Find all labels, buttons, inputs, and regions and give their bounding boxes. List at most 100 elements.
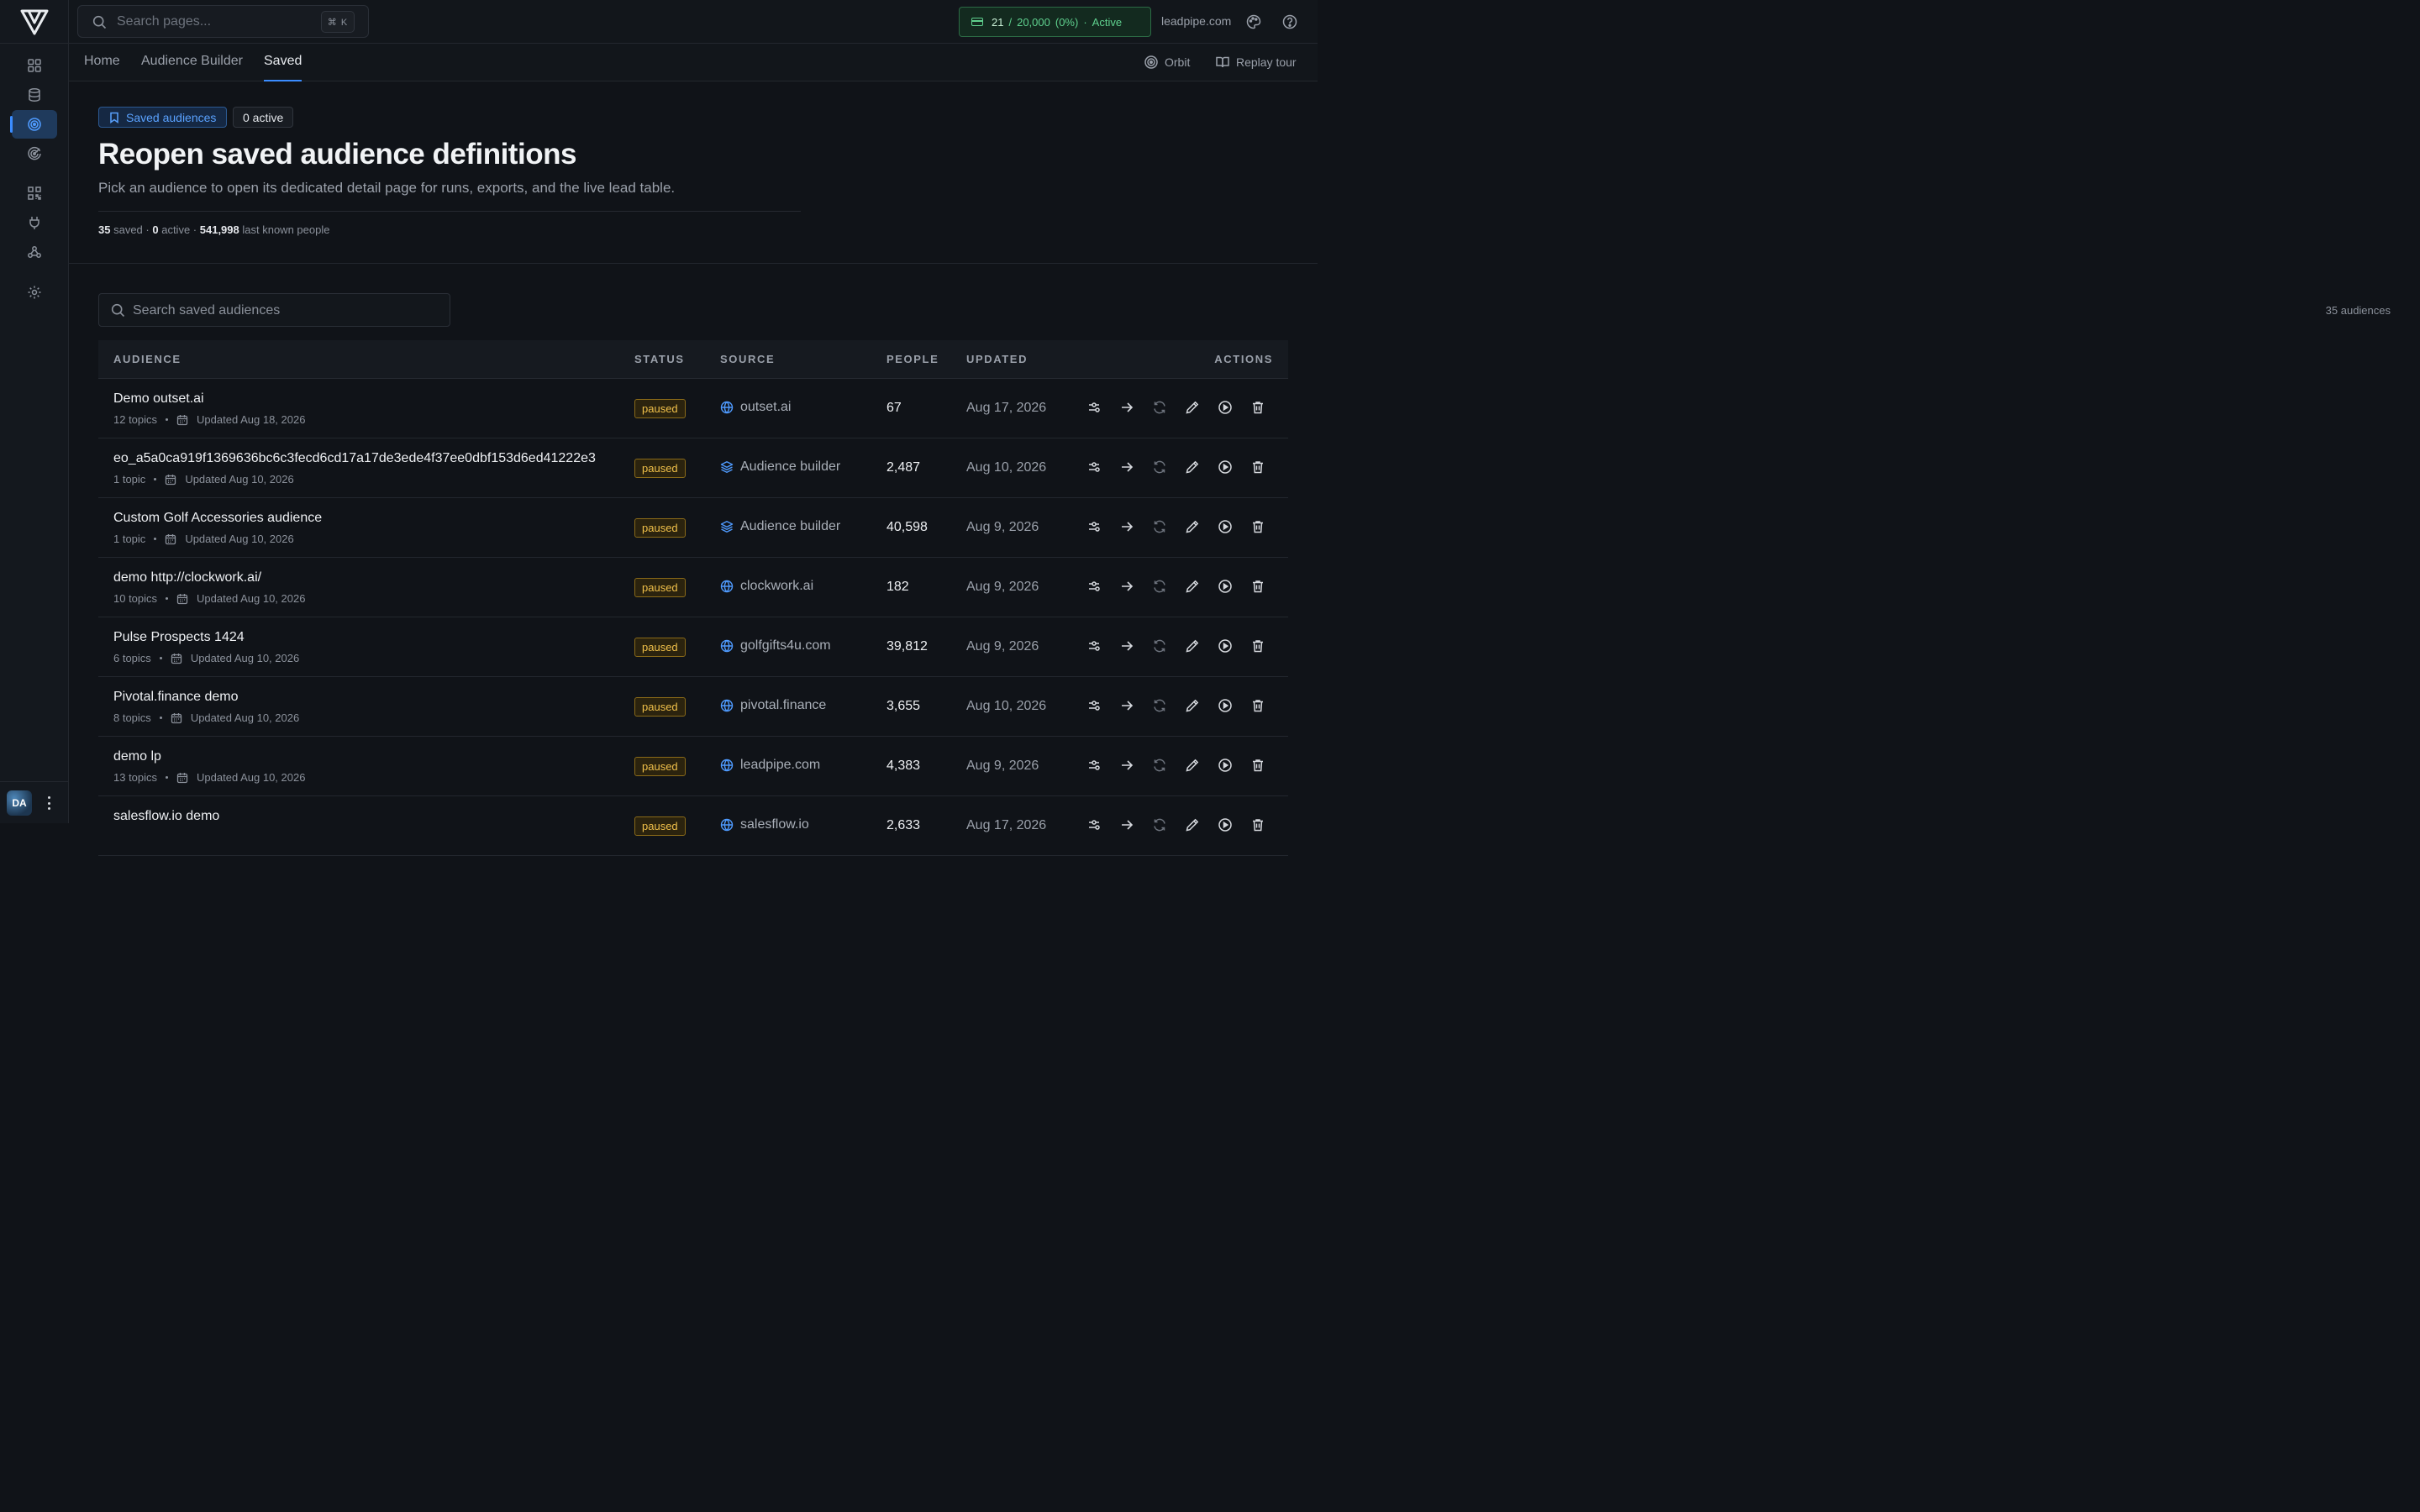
row-updated-meta: Updated Aug 10, 2026 (185, 533, 294, 545)
arrow-right-button[interactable] (1118, 697, 1135, 714)
tab-home[interactable]: Home (84, 54, 120, 69)
pencil-button[interactable] (1184, 518, 1201, 535)
audience-name[interactable]: Pulse Prospects 1424 (113, 630, 245, 645)
pencil-button[interactable] (1184, 399, 1201, 416)
help-icon[interactable] (1281, 13, 1298, 30)
refresh-button[interactable] (1151, 459, 1168, 475)
trash-button[interactable] (1249, 638, 1266, 654)
play-circle-button[interactable] (1217, 518, 1234, 535)
refresh-icon (1152, 579, 1167, 594)
orbit-link[interactable]: Orbit (1144, 55, 1190, 70)
avatar[interactable]: DA (7, 790, 32, 816)
pencil-button[interactable] (1184, 697, 1201, 714)
refresh-button[interactable] (1151, 638, 1168, 654)
sidebar-item-dashboard[interactable] (12, 51, 57, 80)
trash-button[interactable] (1249, 518, 1266, 535)
source-label: Audience builder (740, 459, 841, 474)
play-circle-button[interactable] (1217, 697, 1234, 714)
calendar-icon (171, 712, 182, 724)
refresh-button[interactable] (1151, 757, 1168, 774)
trash-button[interactable] (1249, 459, 1266, 475)
audience-name[interactable]: eo_a5a0ca919f1369636bc6c3fecd6cd17a17de3… (113, 451, 596, 466)
sidebar-item-scan[interactable] (12, 179, 57, 207)
table-row[interactable]: Pivotal.finance demo 8 topics Updated Au… (98, 677, 1288, 737)
refresh-button[interactable] (1151, 697, 1168, 714)
refresh-button[interactable] (1151, 518, 1168, 535)
play-circle-button[interactable] (1217, 757, 1234, 774)
table-row[interactable]: Pulse Prospects 1424 6 topics Updated Au… (98, 617, 1288, 677)
table-row[interactable]: demo http://clockwork.ai/ 10 topics Upda… (98, 558, 1288, 617)
sidebar-item-settings[interactable] (12, 278, 57, 307)
audience-search-input[interactable]: Search saved audiences (98, 293, 450, 327)
trash-button[interactable] (1249, 578, 1266, 595)
arrow-right-button[interactable] (1118, 518, 1135, 535)
arrow-right-button[interactable] (1118, 638, 1135, 654)
trash-button[interactable] (1249, 757, 1266, 774)
filters-button[interactable] (1086, 697, 1102, 714)
filters-button[interactable] (1086, 638, 1102, 654)
refresh-icon (1152, 519, 1167, 534)
play-circle-button[interactable] (1217, 578, 1234, 595)
arrow-right-button[interactable] (1118, 816, 1135, 833)
sidebar-item-integrations[interactable] (12, 208, 57, 237)
filters-button[interactable] (1086, 518, 1102, 535)
usage-badge[interactable]: 21 / 20,000 (0%) · Active (959, 7, 1151, 37)
arrow-right-button[interactable] (1118, 757, 1135, 774)
trash-button[interactable] (1249, 816, 1266, 833)
palette-icon[interactable] (1245, 13, 1262, 30)
audience-source: clockwork.ai (720, 579, 813, 594)
sidebar-item-audiences[interactable] (10, 110, 57, 139)
pencil-button[interactable] (1184, 578, 1201, 595)
filters-button[interactable] (1086, 459, 1102, 475)
table-row[interactable]: Custom Golf Accessories audience 1 topic… (98, 498, 1288, 558)
page-search[interactable]: Search pages... ⌘ K (77, 5, 369, 38)
sidebar-item-radar[interactable] (12, 139, 57, 168)
play-circle-button[interactable] (1217, 399, 1234, 416)
filters-button[interactable] (1086, 399, 1102, 416)
refresh-button[interactable] (1151, 816, 1168, 833)
people-count-label: last known people (242, 223, 330, 236)
more-vertical-icon[interactable] (44, 795, 54, 811)
table-row[interactable]: demo lp 13 topics Updated Aug 10, 2026 p… (98, 737, 1288, 796)
tab-saved[interactable]: Saved (264, 54, 302, 81)
pencil-button[interactable] (1184, 638, 1201, 654)
audience-name[interactable]: demo lp (113, 749, 161, 764)
play-circle-button[interactable] (1217, 816, 1234, 833)
orbit-icon (1144, 55, 1158, 69)
filters-button[interactable] (1086, 578, 1102, 595)
filters-button[interactable] (1086, 757, 1102, 774)
audience-name[interactable]: Custom Golf Accessories audience (113, 511, 322, 526)
tab-audience-builder[interactable]: Audience Builder (141, 54, 243, 69)
trash-button[interactable] (1249, 697, 1266, 714)
arrow-right-button[interactable] (1118, 459, 1135, 475)
sidebar-item-webhooks[interactable] (12, 238, 57, 266)
table-row[interactable]: eo_a5a0ca919f1369636bc6c3fecd6cd17a17de3… (98, 438, 1288, 498)
pencil-button[interactable] (1184, 459, 1201, 475)
play-circle-icon (1218, 758, 1233, 773)
leadpipe-logo[interactable] (20, 8, 49, 35)
workspace-domain[interactable]: leadpipe.com (1161, 14, 1231, 28)
arrow-right-button[interactable] (1118, 399, 1135, 416)
table-row[interactable]: salesflow.io demo paused salesflow.io 2,… (98, 796, 1288, 856)
arrow-right-button[interactable] (1118, 578, 1135, 595)
table-row[interactable]: Demo outset.ai 12 topics Updated Aug 18,… (98, 379, 1288, 438)
pencil-button[interactable] (1184, 757, 1201, 774)
replay-tour-button[interactable]: Replay tour (1215, 55, 1297, 70)
audience-name[interactable]: salesflow.io demo (113, 809, 219, 824)
refresh-button[interactable] (1151, 578, 1168, 595)
row-meta: 1 topic Updated Aug 10, 2026 (113, 473, 294, 486)
audience-name[interactable]: demo http://clockwork.ai/ (113, 570, 261, 585)
sub-navigation: Home Audience Builder Saved Orbit Replay… (69, 44, 1318, 81)
trash-button[interactable] (1249, 399, 1266, 416)
saved-audiences-pill: Saved audiences (98, 107, 228, 128)
calendar-icon (176, 772, 188, 784)
audience-name[interactable]: Demo outset.ai (113, 391, 204, 407)
play-circle-button[interactable] (1217, 459, 1234, 475)
sidebar-item-database[interactable] (12, 81, 57, 109)
source-label: pivotal.finance (740, 698, 827, 712)
refresh-button[interactable] (1151, 399, 1168, 416)
pencil-button[interactable] (1184, 816, 1201, 833)
play-circle-button[interactable] (1217, 638, 1234, 654)
filters-button[interactable] (1086, 816, 1102, 833)
audience-name[interactable]: Pivotal.finance demo (113, 690, 239, 705)
